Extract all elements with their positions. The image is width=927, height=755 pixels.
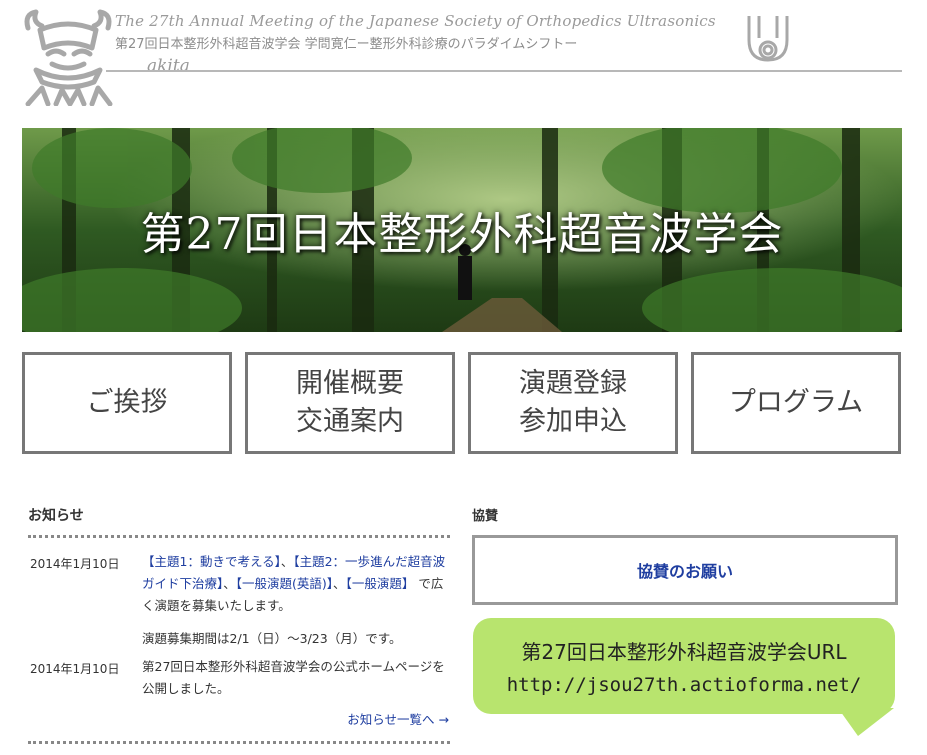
news-item-note: 演題募集期間は2/1（日）～3/23（月）です。 — [142, 631, 402, 646]
namahage-logo-icon[interactable] — [22, 8, 114, 106]
url-bubble — [473, 618, 895, 714]
nav-greeting-button[interactable]: ご挨拶 — [22, 352, 232, 454]
news-date: 2014年1月10日 — [30, 557, 120, 571]
news-separator: 、 — [333, 576, 346, 591]
hero-banner: 第27回日本整形外科超音波学会 — [22, 128, 902, 332]
news-divider-bottom — [28, 741, 450, 744]
header-divider — [106, 70, 902, 72]
nav-label-line2: 参加申込 — [519, 406, 627, 437]
nav-program-button[interactable]: プログラム — [691, 352, 901, 454]
news-heading: お知らせ — [28, 508, 84, 524]
main-nav: ご挨拶 開催概要 交通案内 演題登録 参加申込 プログラム — [22, 352, 902, 454]
news-more-link[interactable]: お知らせ一覧へ → — [347, 709, 449, 728]
nav-label-line1: 演題登録 — [519, 368, 627, 399]
nav-label-line2: 交通案内 — [296, 406, 404, 437]
site-header: The 27th Annual Meeting of the Japanese … — [0, 0, 927, 110]
news-divider — [28, 535, 450, 538]
nav-overview-access-button[interactable]: 開催概要 交通案内 — [245, 352, 455, 454]
speech-bubble-tail-icon — [838, 708, 894, 736]
sponsor-request-button[interactable]: 協賛のお願い — [472, 535, 898, 605]
nav-label-line1: 開催概要 — [296, 368, 404, 399]
hero-title: 第27回日本整形外科超音波学会 — [140, 209, 784, 260]
nav-label: ご挨拶 — [86, 387, 168, 418]
news-link-topic1[interactable]: 【主題1：動きで考える】 — [142, 554, 281, 569]
news-date: 2014年1月10日 — [30, 662, 120, 676]
news-separator: 、 — [223, 576, 236, 591]
news-item-text: 第27回日本整形外科超音波学会の公式ホームページを公開しました。 — [142, 659, 445, 696]
society-logo-icon — [747, 16, 789, 62]
url-bubble-link[interactable]: http://jsou27th.actioforma.net/ — [473, 674, 895, 696]
news-item-text: 【主題1：動きで考える】、【主題2：一歩進んだ超音波ガイド下治療】、【一般演題(… — [142, 551, 454, 617]
city-name: akita — [147, 56, 190, 76]
url-bubble-title: 第27回日本整形外科超音波学会URL — [521, 640, 847, 664]
nav-abstract-registration-button[interactable]: 演題登録 参加申込 — [468, 352, 678, 454]
nav-label: プログラム — [728, 387, 864, 418]
title-japanese: 第27回日本整形外科超音波学会 学問寛仁ー整形外科診療のパラダイムシフトー — [115, 37, 578, 52]
sponsor-heading: 協賛 — [472, 509, 499, 524]
news-link-general[interactable]: 【一般演題】 — [346, 576, 415, 591]
news-separator: 、 — [280, 554, 294, 569]
title-english: The 27th Annual Meeting of the Japanese … — [115, 12, 716, 30]
news-link-general-english[interactable]: 【一般演題(英語)】 — [236, 576, 333, 591]
